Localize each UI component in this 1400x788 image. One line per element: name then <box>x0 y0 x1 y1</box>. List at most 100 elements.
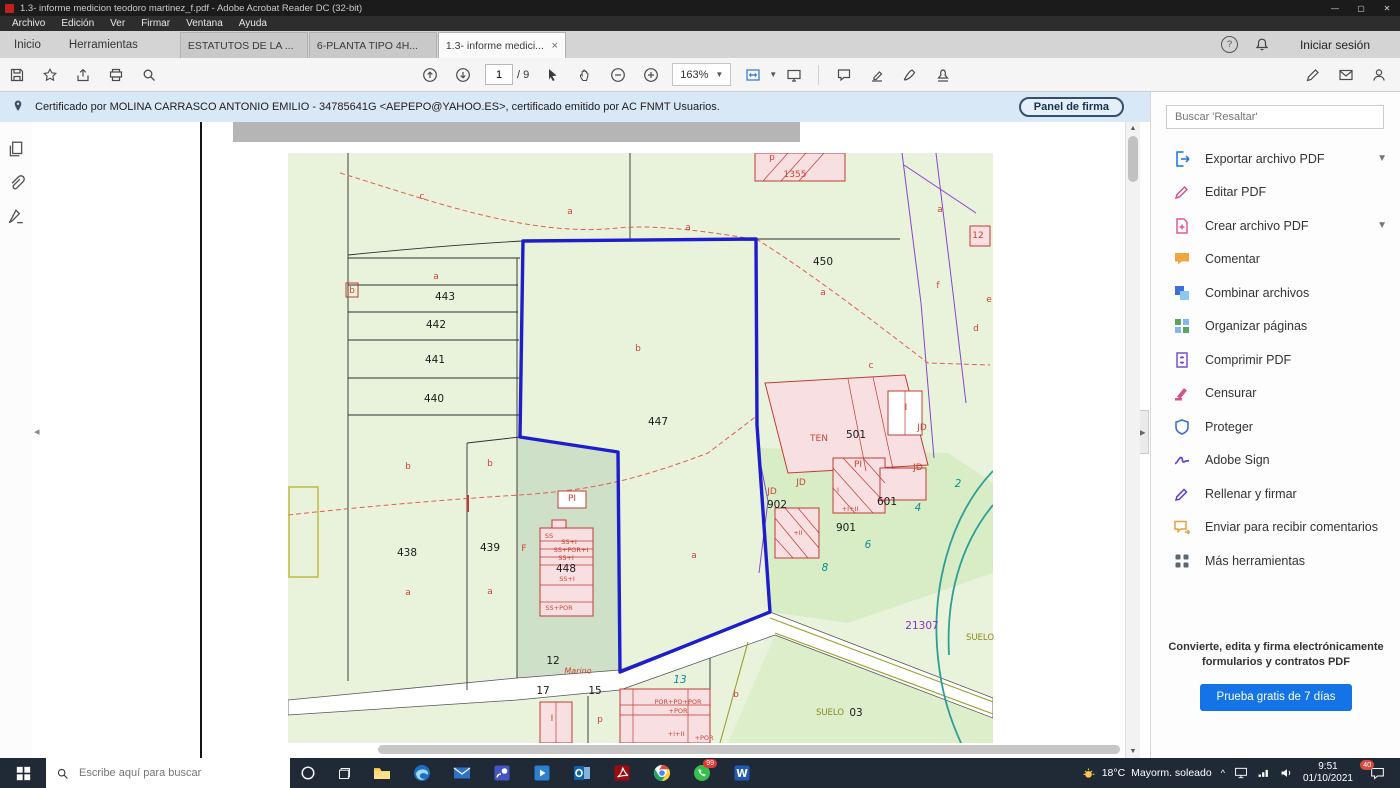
draw-tool-icon[interactable] <box>1299 61 1326 88</box>
tab-herramientas[interactable]: Herramientas <box>55 33 152 57</box>
tool-proteger[interactable]: Proteger <box>1151 410 1400 444</box>
tool-comentar[interactable]: Comentar <box>1151 243 1400 277</box>
scroll-down-icon[interactable]: ▼ <box>1126 745 1140 758</box>
help-icon[interactable]: ? <box>1220 36 1238 53</box>
chevron-down-icon[interactable]: ▼ <box>1377 220 1387 231</box>
volume-tray-icon[interactable] <box>1280 766 1294 780</box>
tool-exportar-archivo-pdf[interactable]: Exportar archivo PDF ▼ <box>1151 142 1400 176</box>
map-label: +II <box>793 529 803 537</box>
show-hidden-icons-icon[interactable]: ^ <box>1221 768 1225 778</box>
doc-tab-6planta-tipo-4h[interactable]: 6-PLANTA TIPO 4H... <box>308 32 437 58</box>
menu-edicion[interactable]: Edición <box>53 18 102 29</box>
network-tray-icon[interactable] <box>1257 766 1271 780</box>
menu-ventana[interactable]: Ventana <box>178 18 231 29</box>
teams-icon[interactable] <box>482 758 522 788</box>
map-label: PI <box>567 494 577 504</box>
maximize-button[interactable]: ▢ <box>1348 0 1374 16</box>
vertical-scroll-thumb[interactable] <box>1128 136 1138 182</box>
weather-widget[interactable]: 18°C Mayorm. soleado <box>1081 766 1212 781</box>
whatsapp-icon[interactable]: 99 <box>682 758 722 788</box>
tool-comprimir-pdf[interactable]: Comprimir PDF <box>1151 343 1400 377</box>
chevron-down-icon[interactable]: ▼ <box>1377 153 1387 164</box>
zoom-level-dropdown[interactable]: 163% ▼ <box>672 63 732 86</box>
zoom-out-icon[interactable] <box>604 61 631 88</box>
next-page-icon[interactable] <box>449 61 476 88</box>
menu-firmar[interactable]: Firmar <box>133 18 178 29</box>
print-icon[interactable] <box>102 61 129 88</box>
fit-width-icon[interactable] <box>739 61 766 88</box>
outlook-icon[interactable] <box>562 758 602 788</box>
map-label: d <box>973 324 979 334</box>
action-center-icon[interactable]: 40 <box>1360 758 1392 788</box>
attachments-icon[interactable] <box>7 174 25 192</box>
comment-icon <box>1173 250 1193 268</box>
collapse-left-pane-icon[interactable]: ◂ <box>34 425 40 438</box>
acrobat-icon[interactable] <box>602 758 642 788</box>
map-label: SS+POR <box>545 604 573 612</box>
edge-icon[interactable] <box>402 758 442 788</box>
taskbar-search[interactable] <box>46 758 290 788</box>
sign-in-button[interactable]: Iniciar sesión <box>1286 38 1384 52</box>
page-number-input[interactable] <box>485 64 513 85</box>
chevron-down-icon[interactable]: ▼ <box>769 70 777 79</box>
organize-icon <box>1173 317 1193 335</box>
account-icon[interactable] <box>1365 61 1392 88</box>
map-label: a <box>937 205 943 215</box>
file-explorer-icon[interactable] <box>362 758 402 788</box>
close-tab-icon[interactable]: × <box>547 40 557 52</box>
previous-page-icon[interactable] <box>416 61 443 88</box>
taskbar-search-input[interactable] <box>77 766 271 780</box>
cortana-icon[interactable] <box>290 758 326 788</box>
taskbar-clock[interactable]: 9:51 01/10/2021 <box>1303 761 1353 786</box>
tool-mas-herramientas[interactable]: Más herramientas <box>1151 544 1400 578</box>
find-icon[interactable] <box>135 61 162 88</box>
star-icon[interactable] <box>36 61 63 88</box>
doc-tab-estatutos-de-la[interactable]: ESTATUTOS DE LA ... <box>179 32 308 58</box>
stamp-tool-icon[interactable] <box>929 61 956 88</box>
scroll-up-icon[interactable]: ▲ <box>1126 122 1140 135</box>
page-display-icon[interactable] <box>780 61 807 88</box>
bell-icon[interactable] <box>1254 37 1270 53</box>
word-icon[interactable]: W <box>722 758 762 788</box>
tool-rellenar-y-firmar[interactable]: Rellenar y firmar <box>1151 477 1400 511</box>
map-label: 1355 <box>783 170 807 180</box>
page-thumbnails-icon[interactable] <box>7 140 25 158</box>
tool-adobe-sign[interactable]: Adobe Sign <box>1151 444 1400 478</box>
close-button[interactable]: ✕ <box>1374 0 1400 16</box>
tool-editar-pdf[interactable]: Editar PDF <box>1151 176 1400 210</box>
tool-organizar-paginas[interactable]: Organizar páginas <box>1151 310 1400 344</box>
hand-tool-icon[interactable] <box>571 61 598 88</box>
comment-tool-icon[interactable] <box>830 61 857 88</box>
mail-icon[interactable] <box>442 758 482 788</box>
save-icon[interactable] <box>3 61 30 88</box>
doc-tab-13-informe-medici[interactable]: 1.3- informe medici... × <box>437 32 566 58</box>
menu-ayuda[interactable]: Ayuda <box>231 18 275 29</box>
zoom-in-icon[interactable] <box>637 61 664 88</box>
mail-icon[interactable] <box>1332 61 1359 88</box>
tool-combinar-archivos[interactable]: Combinar archivos <box>1151 276 1400 310</box>
tool-censurar[interactable]: Censurar <box>1151 377 1400 411</box>
menu-archivo[interactable]: Archivo <box>4 18 53 29</box>
tools-search-input[interactable] <box>1166 105 1384 129</box>
doc-tab-label: 6-PLANTA TIPO 4H... <box>316 39 419 52</box>
highlight-tool-icon[interactable] <box>863 61 890 88</box>
free-trial-button[interactable]: Prueba gratis de 7 días <box>1199 683 1353 712</box>
signature-panel-button[interactable]: Panel de firma <box>1018 97 1124 117</box>
signatures-icon[interactable] <box>7 208 25 226</box>
map-label: 8 <box>821 562 829 574</box>
chrome-icon[interactable] <box>642 758 682 788</box>
display-tray-icon[interactable] <box>1234 766 1248 780</box>
share-icon[interactable] <box>69 61 96 88</box>
tool-crear-archivo-pdf[interactable]: Crear archivo PDF ▼ <box>1151 209 1400 243</box>
sign-tool-icon[interactable] <box>896 61 923 88</box>
tab-inicio[interactable]: Inicio <box>0 33 55 57</box>
select-tool-icon[interactable] <box>538 61 565 88</box>
media-icon[interactable] <box>522 758 562 788</box>
tool-enviar-para-recibir-comentarios[interactable]: Enviar para recibir comentarios <box>1151 511 1400 545</box>
horizontal-scroll-thumb[interactable] <box>378 745 1120 754</box>
task-view-icon[interactable] <box>326 758 362 788</box>
minimize-button[interactable]: — <box>1322 0 1348 16</box>
menu-ver[interactable]: Ver <box>102 18 133 29</box>
start-button[interactable] <box>0 758 46 788</box>
vertical-scrollbar[interactable]: ▲ ▼ <box>1125 122 1140 758</box>
